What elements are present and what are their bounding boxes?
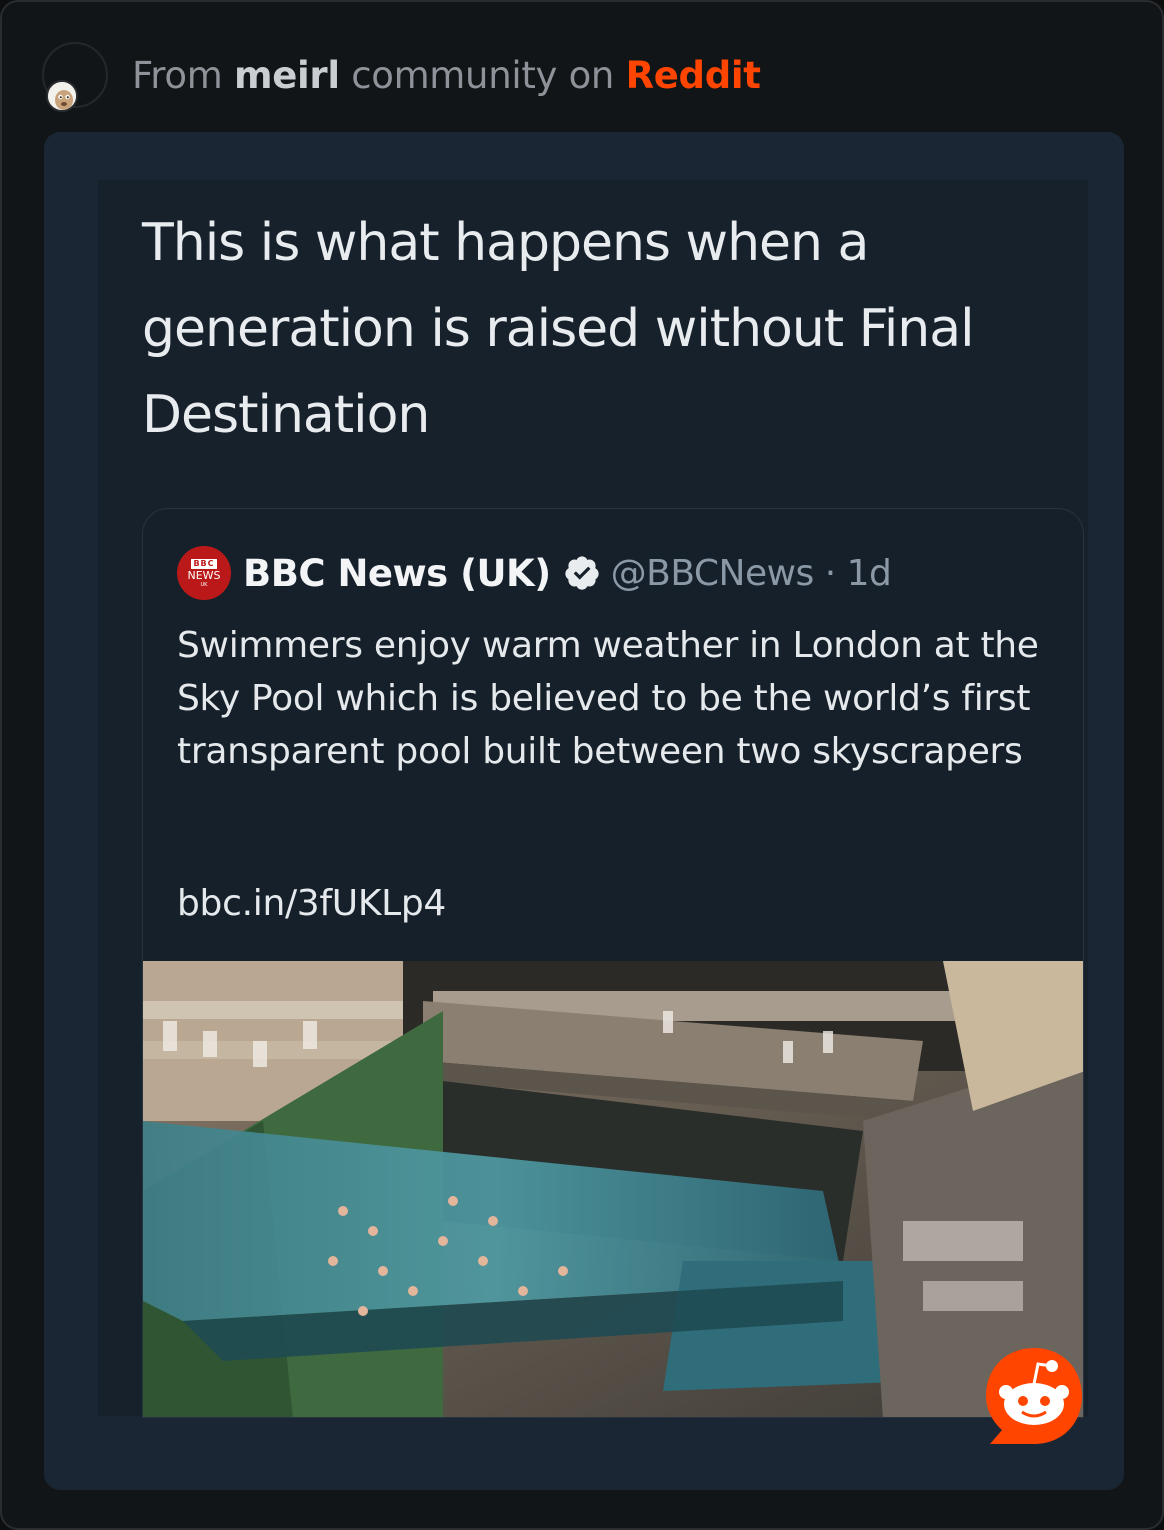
tweet-display-name[interactable]: BBC News (UK) [243,552,551,595]
user-avatar-icon [46,80,78,112]
source-middle: community on [351,53,615,97]
tweet-handle-time[interactable]: @BBCNews · 1d [611,553,892,594]
verified-badge-icon [564,556,599,590]
post-card[interactable]: This is what happens when a generation i… [44,132,1124,1490]
share-frame: From meirl community on Reddit This is w… [0,0,1164,1530]
tweet-photo[interactable] [143,961,1084,1418]
reddit-snoo-icon[interactable] [982,1344,1086,1448]
source-prefix: From [132,53,223,97]
tweet-link[interactable]: bbc.in/3fUKLp4 [177,883,446,924]
community-link[interactable]: meirl [234,54,340,97]
post-caption: This is what happens when a generation i… [142,213,975,445]
bbc-news-logo: BBC NEWS UK [177,546,231,600]
user-avatar[interactable] [42,42,108,112]
source-line: From meirl community on Reddit [132,54,761,97]
reddit-link[interactable]: Reddit [626,54,761,97]
tweet-text: Swimmers enjoy warm weather in London at… [177,625,1039,772]
post-header: From meirl community on Reddit [42,42,761,112]
tweet-header: BBC NEWS UK BBC News (UK) @BBCNews · 1d [177,546,892,600]
embedded-tweet[interactable]: BBC NEWS UK BBC News (UK) @BBCNews · 1d … [142,508,1084,1418]
